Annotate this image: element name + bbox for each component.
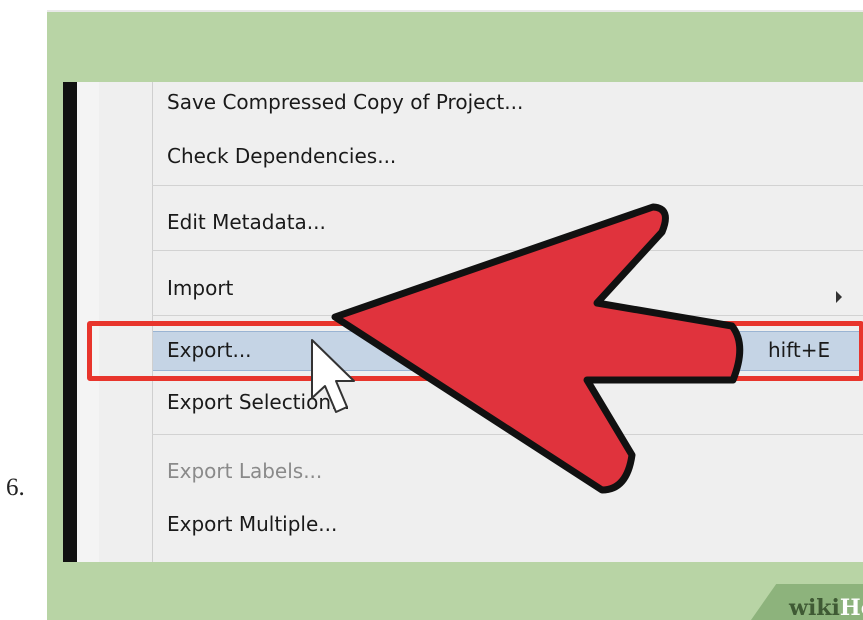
red-pointer-arrow-icon — [331, 203, 744, 494]
screenshot-frame: Save Compressed Copy of Project... Check… — [47, 10, 863, 620]
step-number: 6. — [6, 474, 25, 501]
watermark-how: How — [839, 595, 863, 620]
annotation-overlay — [311, 203, 744, 494]
wikihow-watermark: wikiHow — [789, 595, 863, 620]
watermark-wiki: wiki — [789, 595, 840, 620]
mouse-cursor-icon — [311, 339, 355, 413]
